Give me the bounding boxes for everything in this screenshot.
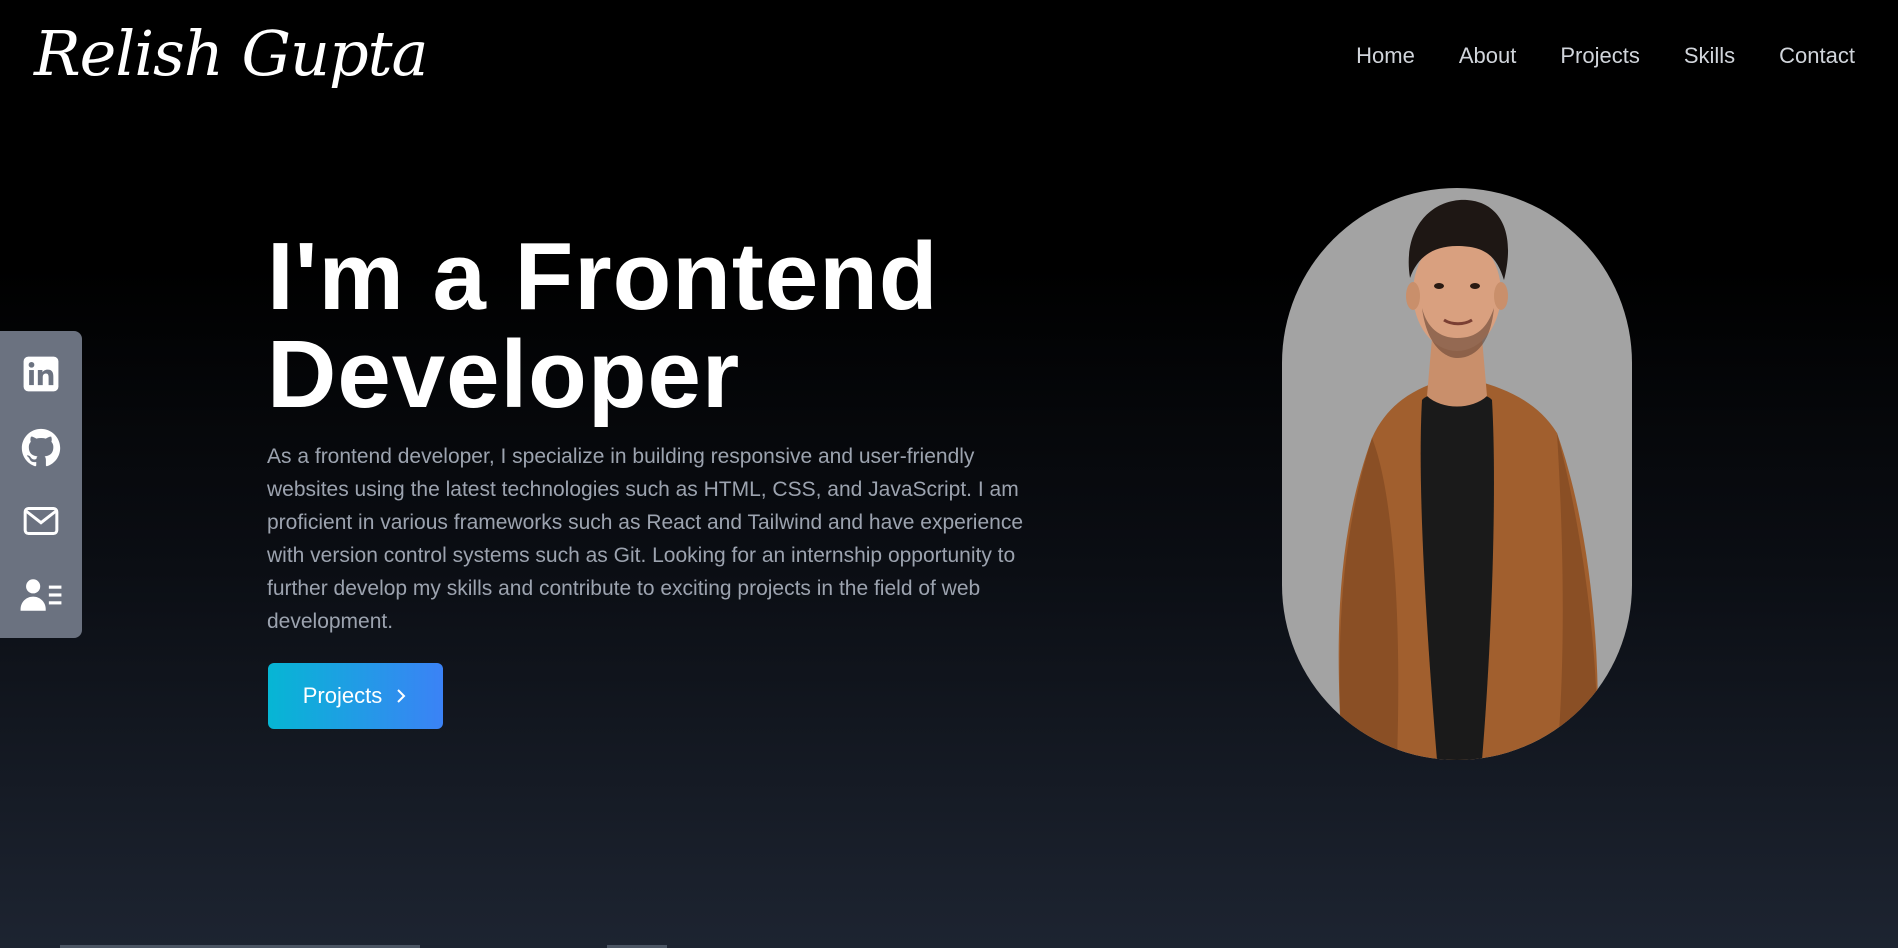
chevron-right-icon — [397, 689, 406, 703]
linkedin-icon — [23, 356, 59, 392]
nav-contact[interactable]: Contact — [1779, 36, 1855, 76]
github-icon — [21, 428, 61, 466]
nav-skills[interactable]: Skills — [1684, 36, 1735, 76]
nav-home[interactable]: Home — [1356, 36, 1415, 76]
hero-title-line2: Developer — [267, 321, 741, 428]
linkedin-link[interactable] — [19, 352, 63, 396]
email-link[interactable] — [19, 499, 63, 543]
projects-button-label: Projects — [302, 683, 383, 708]
site-logo[interactable]: Relish Gupta — [34, 4, 429, 104]
resume-link[interactable] — [19, 573, 63, 617]
hero-title: I'm a Frontend Developer — [267, 228, 1067, 424]
profile-photo — [1282, 188, 1632, 760]
nav-projects[interactable]: Projects — [1560, 36, 1639, 76]
hero-title-line1: I'm a Frontend — [267, 223, 939, 330]
hero-section: I'm a Frontend Developer As a frontend d… — [267, 228, 1067, 638]
nav-about[interactable]: About — [1459, 36, 1517, 76]
hero-description: As a frontend developer, I specialize in… — [267, 445, 1024, 633]
main-nav: Home About Projects Skills Contact — [1356, 36, 1855, 76]
mail-icon — [23, 507, 59, 536]
person-portrait — [1338, 199, 1598, 760]
projects-button[interactable]: Projects — [268, 663, 443, 729]
social-sidebar — [0, 331, 82, 638]
github-link[interactable] — [19, 426, 63, 470]
resume-icon — [20, 579, 62, 611]
